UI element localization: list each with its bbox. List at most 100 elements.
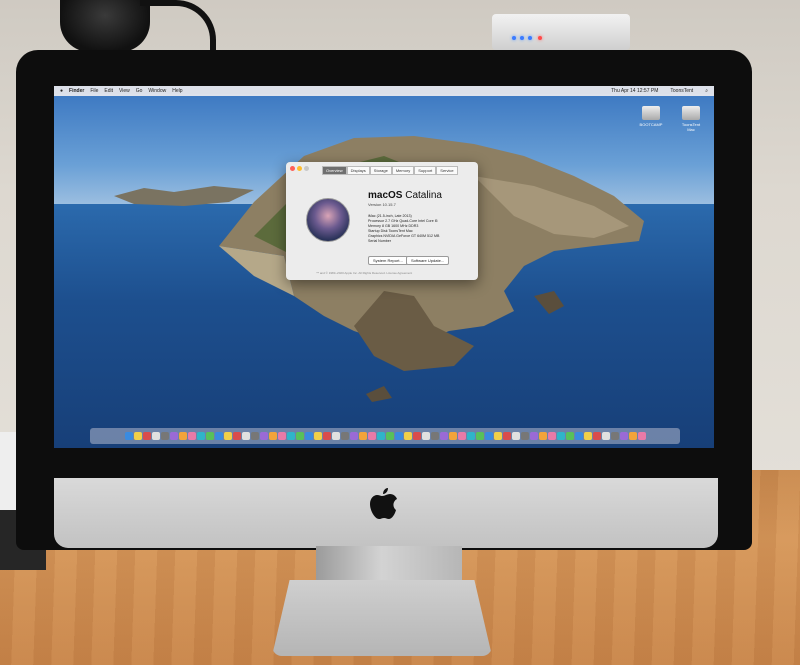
dock-app-icon[interactable] <box>502 432 511 440</box>
menu-finder[interactable]: Finder <box>69 88 84 94</box>
macos-menubar: ● Finder File Edit View Go Window Help T… <box>54 86 714 96</box>
desk-lamp <box>60 0 150 52</box>
dock-app-icon[interactable] <box>376 432 385 440</box>
dock-app-icon[interactable] <box>196 432 205 440</box>
dock-app-icon[interactable] <box>286 432 295 440</box>
menubar-user[interactable]: ToonsTent <box>670 88 693 94</box>
dock-app-icon[interactable] <box>403 432 412 440</box>
dock-app-icon[interactable] <box>592 432 601 440</box>
apple-logo-icon <box>370 488 397 519</box>
macos-catalina-logo <box>306 198 350 242</box>
copyright-footer: ™ and © 1983–2020 Apple Inc. All Rights … <box>316 271 413 275</box>
software-update-button[interactable]: Software Update... <box>406 256 450 265</box>
tab-displays[interactable]: Displays <box>346 166 370 175</box>
dock-app-icon[interactable] <box>628 432 637 440</box>
menu-edit[interactable]: Edit <box>104 88 113 94</box>
dock-app-icon[interactable] <box>439 432 448 440</box>
dock-app-icon[interactable] <box>322 432 331 440</box>
dock-app-icon[interactable] <box>268 432 277 440</box>
hub-led <box>528 36 532 40</box>
dock-app-icon[interactable] <box>178 432 187 440</box>
dock-app-icon[interactable] <box>421 432 430 440</box>
dock-app-icon[interactable] <box>160 432 169 440</box>
tab-support[interactable]: Support <box>414 166 437 175</box>
dock-app-icon[interactable] <box>448 432 457 440</box>
hub-led <box>520 36 524 40</box>
tab-memory[interactable]: Memory <box>391 166 415 175</box>
dock-app-icon[interactable] <box>394 432 403 440</box>
menu-view[interactable]: View <box>119 88 130 94</box>
apple-menu-icon[interactable]: ● <box>60 88 63 94</box>
dock-app-icon[interactable] <box>295 432 304 440</box>
menubar-clock[interactable]: Thu Apr 14 12:57 PM <box>611 88 658 94</box>
imac-stand-foot <box>272 580 492 656</box>
desktop-icon-label: BOOTCAMP <box>639 122 663 127</box>
dock-app-icon[interactable] <box>475 432 484 440</box>
menu-window[interactable]: Window <box>148 88 166 94</box>
system-report-button[interactable]: System Report... <box>368 256 408 265</box>
dock-app-icon[interactable] <box>133 432 142 440</box>
dock-app-icon[interactable] <box>250 432 259 440</box>
dock-app-icon[interactable] <box>637 432 646 440</box>
desktop-icon-bootcamp[interactable]: BOOTCAMP <box>638 106 664 127</box>
dock-app-icon[interactable] <box>313 432 322 440</box>
dock-app-icon[interactable] <box>259 432 268 440</box>
dock-app-icon[interactable] <box>169 432 178 440</box>
dock-app-icon[interactable] <box>583 432 592 440</box>
search-icon[interactable]: ⌕ <box>705 88 708 94</box>
desktop-icon-mac[interactable]: ToonsTent Mac <box>678 106 704 132</box>
dock-app-icon[interactable] <box>547 432 556 440</box>
dock-app-icon[interactable] <box>304 432 313 440</box>
dock-app-icon[interactable] <box>493 432 502 440</box>
tab-service[interactable]: Service <box>436 166 458 175</box>
dock-app-icon[interactable] <box>520 432 529 440</box>
usb-hub <box>492 14 630 50</box>
menu-go[interactable]: Go <box>136 88 143 94</box>
close-button[interactable] <box>290 166 295 171</box>
dock-app-icon[interactable] <box>529 432 538 440</box>
dock-app-icon[interactable] <box>457 432 466 440</box>
dock-app-icon[interactable] <box>619 432 628 440</box>
dock-app-icon[interactable] <box>565 432 574 440</box>
menu-help[interactable]: Help <box>172 88 182 94</box>
dock-app-icon[interactable] <box>484 432 493 440</box>
dock-app-icon[interactable] <box>610 432 619 440</box>
dock-app-icon[interactable] <box>331 432 340 440</box>
dock-app-icon[interactable] <box>340 432 349 440</box>
dock-app-icon[interactable] <box>556 432 565 440</box>
dock-app-icon[interactable] <box>223 432 232 440</box>
hard-drive-icon <box>682 106 700 120</box>
dock-app-icon[interactable] <box>232 432 241 440</box>
menu-file[interactable]: File <box>90 88 98 94</box>
dock-app-icon[interactable] <box>511 432 520 440</box>
dock-app-icon[interactable] <box>430 432 439 440</box>
minimize-button[interactable] <box>297 166 302 171</box>
zoom-button[interactable] <box>304 166 309 171</box>
tab-storage[interactable]: Storage <box>369 166 392 175</box>
dock-app-icon[interactable] <box>151 432 160 440</box>
hub-led-red <box>538 36 542 40</box>
os-version: Version 10.15.7 <box>368 202 396 207</box>
dock-app-icon[interactable] <box>241 432 250 440</box>
imac-screen: ● Finder File Edit View Go Window Help T… <box>54 86 714 448</box>
macos-dock <box>90 428 680 444</box>
dock-app-icon[interactable] <box>142 432 151 440</box>
spec-serial: Serial Number <box>368 239 391 243</box>
dock-app-icon[interactable] <box>187 432 196 440</box>
os-variant: Catalina <box>405 190 442 201</box>
dock-app-icon[interactable] <box>205 432 214 440</box>
dock-app-icon[interactable] <box>385 432 394 440</box>
dock-app-icon[interactable] <box>574 432 583 440</box>
dock-app-icon[interactable] <box>124 432 133 440</box>
dock-app-icon[interactable] <box>214 432 223 440</box>
dock-app-icon[interactable] <box>277 432 286 440</box>
hub-led <box>512 36 516 40</box>
dock-app-icon[interactable] <box>538 432 547 440</box>
tab-overview[interactable]: Overview <box>322 166 347 175</box>
dock-app-icon[interactable] <box>358 432 367 440</box>
dock-app-icon[interactable] <box>367 432 376 440</box>
dock-app-icon[interactable] <box>466 432 475 440</box>
dock-app-icon[interactable] <box>412 432 421 440</box>
dock-app-icon[interactable] <box>349 432 358 440</box>
dock-app-icon[interactable] <box>601 432 610 440</box>
